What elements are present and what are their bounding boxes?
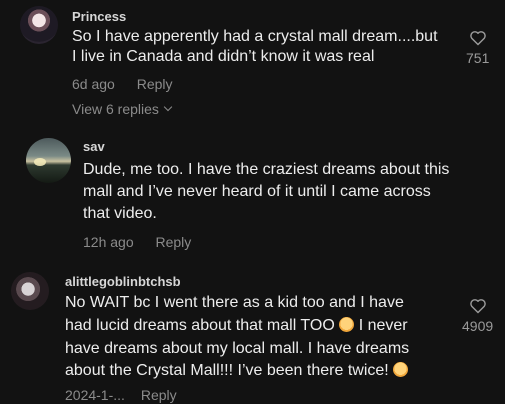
like-count: 4909 xyxy=(462,318,494,334)
username-alittlegoblinbtchsb[interactable]: alittlegoblinbtchsb xyxy=(65,274,181,289)
like-count: 751 xyxy=(466,50,490,66)
timestamp: 6d ago xyxy=(72,76,115,92)
reply-button[interactable]: Reply xyxy=(137,76,173,92)
reply-button[interactable]: Reply xyxy=(156,234,192,250)
comment-text-line: about the Crystal Mall!!! I’ve been ther… xyxy=(65,361,409,381)
comment-text-line: had lucid dreams about that mall TOO I n… xyxy=(65,316,408,336)
avatar-alittlegoblinbtchsb[interactable] xyxy=(11,272,49,310)
comment-text-line: that video. xyxy=(83,205,157,222)
flushed-face-emoji-icon xyxy=(393,362,409,377)
comment-text-line: I live in Canada and didn’t know it was … xyxy=(72,48,375,65)
comment-text-fragment: had lucid dreams about that mall TOO xyxy=(65,317,335,334)
heart-icon xyxy=(469,299,486,314)
timestamp: 2024-1-... xyxy=(65,387,125,403)
avatar-sav[interactable] xyxy=(26,138,71,183)
comment-text-line: mall and I’ve never heard of it until I … xyxy=(83,183,431,200)
comment-meta: 2024-1-... Reply xyxy=(65,387,195,403)
comment-text-line: have dreams about my local mall. I have … xyxy=(65,340,410,357)
comment-text-line: So I have apperently had a crystal mall … xyxy=(72,28,438,45)
username-sav[interactable]: sav xyxy=(83,139,105,154)
comment-text-fragment: I never xyxy=(358,317,408,334)
comment-text-line: No WAIT bc I went there as a kid too and… xyxy=(65,294,404,311)
heart-icon xyxy=(469,31,486,46)
like-button[interactable]: 4909 xyxy=(462,298,493,334)
flushed-face-emoji-icon xyxy=(339,317,355,332)
reply-button[interactable]: Reply xyxy=(141,387,177,403)
view-replies-button[interactable]: View 6 replies xyxy=(72,101,173,117)
comment-text-fragment: about the Crystal Mall!!! I’ve been ther… xyxy=(65,362,389,379)
comment-meta: 12h ago Reply xyxy=(83,234,209,250)
username-princess[interactable]: Princess xyxy=(72,9,126,24)
avatar-princess[interactable] xyxy=(20,6,58,44)
chevron-down-icon xyxy=(163,102,173,112)
comment-meta: 6d ago Reply xyxy=(72,76,191,92)
timestamp: 12h ago xyxy=(83,234,134,250)
view-replies-label: View 6 replies xyxy=(72,101,159,117)
like-button[interactable]: 751 xyxy=(466,30,489,66)
comment-text-line: Dude, me too. I have the craziest dreams… xyxy=(83,161,450,178)
